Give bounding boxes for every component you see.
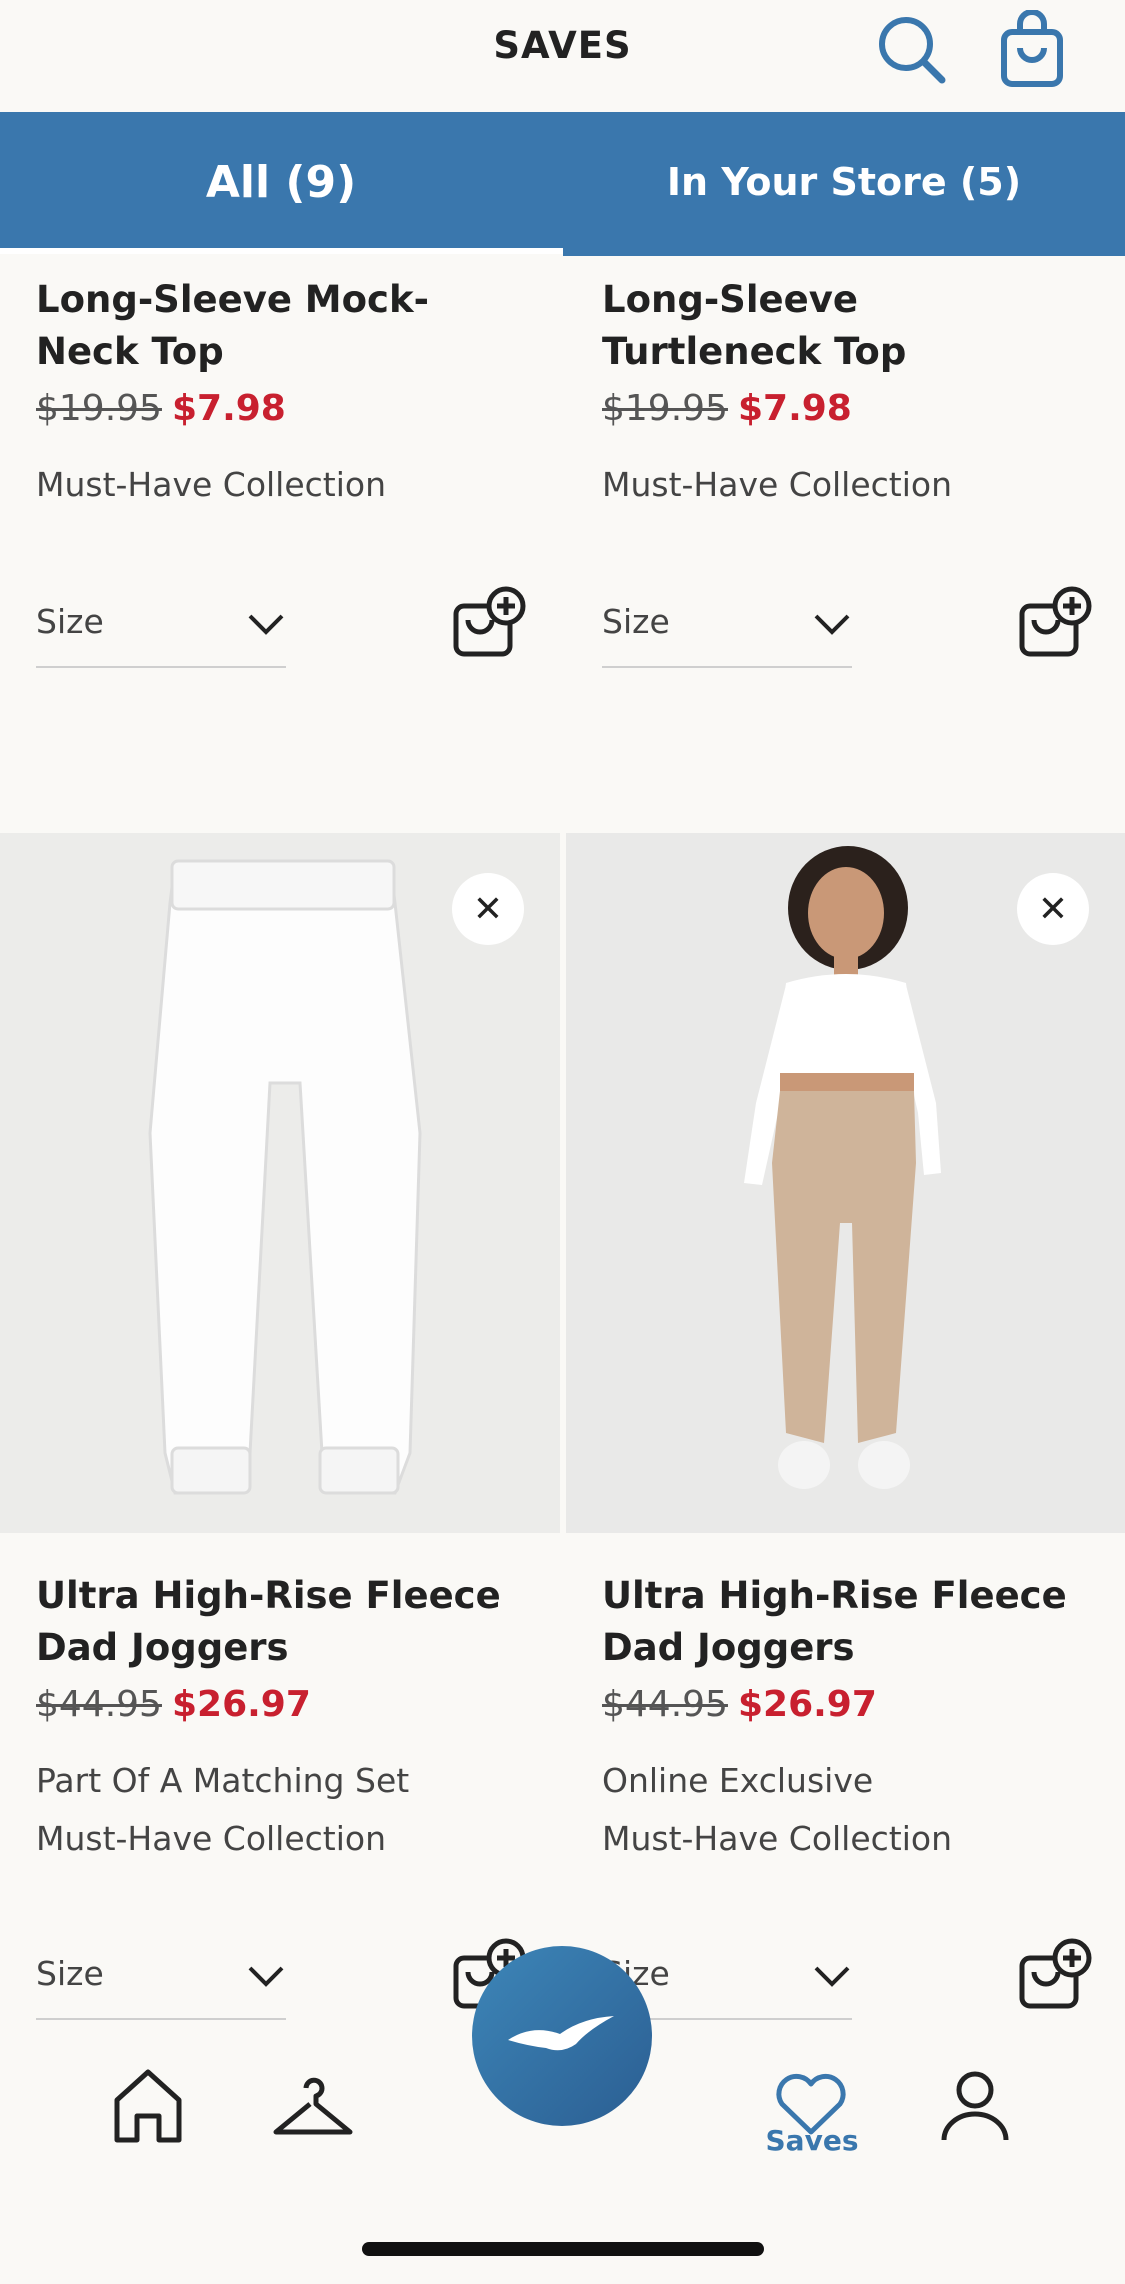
size-label: Size [36, 602, 104, 641]
sale-price: $26.97 [737, 1684, 877, 1725]
product-price: $44.95 $26.97 [602, 1680, 1125, 1730]
original-price: $44.95 [36, 1684, 162, 1725]
chevron-down-icon [248, 1966, 284, 1987]
tab-divider [563, 250, 1125, 256]
seagull-icon [508, 2016, 614, 2051]
chevron-down-icon [248, 614, 284, 635]
remove-button[interactable]: ✕ [452, 873, 524, 945]
account-icon[interactable] [930, 2060, 1020, 2150]
chevron-down-icon [814, 1966, 850, 1987]
size-dropdown[interactable]: Size [36, 584, 286, 668]
product-name: Ultra High-Rise Fleece Dad Joggers [602, 1574, 1067, 1669]
product-card[interactable]: Long-Sleeve Turtleneck Top $19.95 $7.98 Mu… [602, 274, 1125, 514]
product-card[interactable]: Ultra High-Rise Fleece Dad Joggers $44.95… [602, 1570, 1125, 1868]
product-name: Long-Sleeve Mock- Neck Top [36, 278, 429, 373]
product-card[interactable]: Ultra High-Rise Fleece Dad Joggers $44.95… [36, 1570, 596, 1868]
product-image-white-joggers[interactable]: ✕ [0, 833, 560, 1533]
remove-button[interactable]: ✕ [1017, 873, 1089, 945]
sale-price: $26.97 [171, 1684, 311, 1725]
product-name: Ultra High-Rise Fleece Dad Joggers [36, 1574, 501, 1669]
sale-price: $7.98 [171, 388, 286, 429]
home-icon[interactable] [103, 2060, 193, 2150]
sale-price: $7.98 [737, 388, 852, 429]
add-to-bag-icon[interactable] [1018, 584, 1094, 660]
product-price: $44.95 $26.97 [36, 1680, 596, 1730]
nav-saves-label[interactable]: Saves [760, 2124, 864, 2157]
home-indicator [362, 2242, 764, 2256]
size-dropdown[interactable]: Size [602, 584, 852, 668]
size-row: Size [36, 584, 528, 674]
add-to-bag-icon[interactable] [452, 584, 528, 660]
active-tab-indicator [0, 248, 563, 254]
saves-tabs: All (9) In Your Store (5) [0, 112, 1125, 252]
shopping-bag-icon[interactable] [992, 9, 1072, 90]
size-label: Size [602, 602, 670, 641]
size-dropdown[interactable]: Size [36, 1936, 286, 2020]
size-row: Size [602, 1936, 1094, 2026]
original-price: $44.95 [602, 1684, 728, 1725]
product-image-model-joggers[interactable]: ✕ [566, 833, 1125, 1533]
product-price: $19.95 $7.98 [602, 384, 1125, 434]
product-tags: Part Of A Matching Set Must-Have Collecti… [36, 1761, 410, 1858]
page-title: SAVES [493, 24, 632, 67]
chevron-down-icon [814, 614, 850, 635]
brand-logo-button[interactable] [472, 1946, 652, 2126]
tab-in-your-store[interactable]: In Your Store (5) [563, 112, 1125, 252]
product-name: Long-Sleeve Turtleneck Top [602, 278, 907, 373]
original-price: $19.95 [36, 388, 162, 429]
tab-all[interactable]: All (9) [0, 112, 562, 252]
search-icon[interactable] [872, 10, 952, 90]
hanger-icon[interactable] [268, 2060, 358, 2150]
product-price: $19.95 $7.98 [36, 384, 596, 434]
add-to-bag-icon[interactable] [1018, 1936, 1094, 2012]
product-tags: Must-Have Collection [602, 465, 953, 504]
size-row: Size [36, 1936, 528, 2026]
product-card[interactable]: Long-Sleeve Mock- Neck Top $19.95 $7.98 Mu… [36, 274, 596, 514]
product-tags: Online Exclusive Must-Have Collection [602, 1761, 953, 1858]
product-tags: Must-Have Collection [36, 465, 387, 504]
size-row: Size [602, 584, 1094, 674]
size-label: Size [36, 1954, 104, 1993]
top-bar: SAVES [0, 0, 1125, 112]
original-price: $19.95 [602, 388, 728, 429]
